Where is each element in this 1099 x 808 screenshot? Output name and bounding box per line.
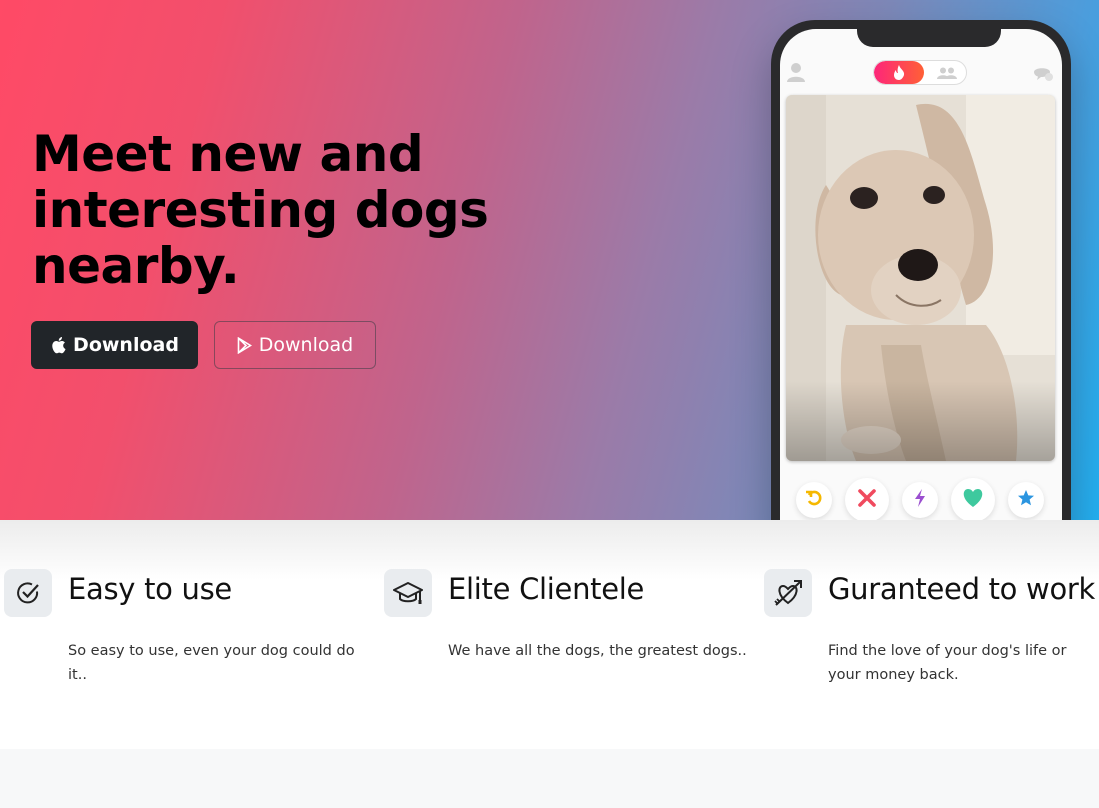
google-play-download-label: Download: [258, 334, 354, 356]
google-play-icon: [237, 336, 252, 354]
boost-bolt-icon: [914, 488, 926, 512]
apple-icon: [50, 336, 66, 354]
rewind-icon: [805, 489, 823, 512]
heart-arrow-icon: [764, 569, 812, 617]
features-section: [0, 520, 1099, 749]
like-button[interactable]: [951, 478, 995, 520]
phone-notch: [857, 29, 1001, 47]
graduation-cap-icon: [384, 569, 432, 617]
card-shade: [786, 381, 1055, 461]
nope-x-icon: [857, 488, 877, 513]
mode-toggle[interactable]: [873, 60, 967, 85]
check-circle-icon: [4, 569, 52, 617]
feature-description: Find the love of your dog's life or your…: [828, 643, 1067, 683]
flame-icon[interactable]: [874, 61, 924, 84]
rewind-button[interactable]: [796, 482, 832, 518]
google-play-download-button[interactable]: Download: [214, 321, 376, 369]
super-like-button[interactable]: [1008, 482, 1044, 518]
boost-button[interactable]: [902, 482, 938, 518]
nope-button[interactable]: [845, 478, 889, 520]
feature-description: We have all the dogs, the greatest dogs.…: [448, 643, 747, 659]
chat-icon[interactable]: [1032, 64, 1054, 87]
profile-icon[interactable]: [787, 62, 805, 87]
like-heart-icon: [962, 488, 984, 513]
super-like-star-icon: [1017, 489, 1035, 512]
feature-description: So easy to use, even your dog could do i…: [68, 643, 355, 683]
dog-photo-card[interactable]: [786, 95, 1055, 461]
phone-mockup: [771, 20, 1071, 520]
group-icon[interactable]: [929, 61, 965, 84]
phone-screen: [780, 29, 1062, 520]
feature-title: Easy to use: [68, 572, 232, 606]
apple-download-label: Download: [73, 334, 179, 356]
feature-title: Guranteed to work: [828, 572, 1096, 606]
hero-section: Meet new and interesting dogs nearby. Do…: [0, 0, 1099, 520]
apple-download-button[interactable]: Download: [31, 321, 198, 369]
hero-title: Meet new and interesting dogs nearby.: [32, 125, 489, 295]
feature-title: Elite Clientele: [448, 572, 645, 606]
footer-band: [0, 749, 1099, 808]
